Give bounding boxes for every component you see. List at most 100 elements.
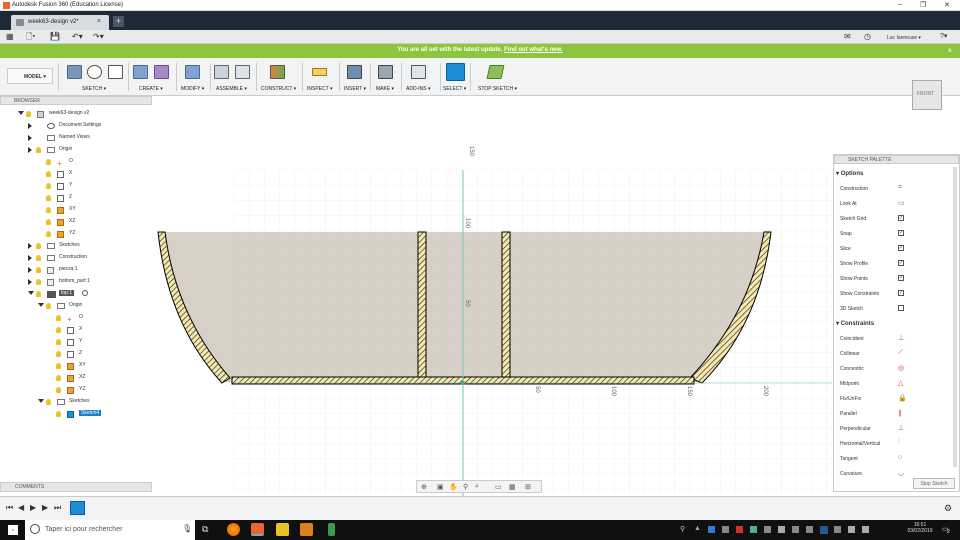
zoom-icon[interactable]: ⚲ [463,483,468,491]
browser-node[interactable]: XY [0,205,152,215]
visibility-bulb-icon[interactable] [36,147,41,153]
volume-icon[interactable] [862,526,869,533]
inner-wall-left[interactable] [417,231,427,380]
option-checkbox[interactable]: ✓ [898,245,904,251]
go-to-end-icon[interactable]: ⏭ [54,503,61,513]
app-taskbar-icon[interactable] [300,523,313,536]
constraint-row[interactable]: Horizontal/Vertical ⫶ [840,437,952,451]
pattern-icon[interactable] [154,65,169,79]
browser-node[interactable]: Z [0,193,152,203]
option-checkbox[interactable]: ✓ [898,230,904,236]
browser-node[interactable]: Y [0,337,152,347]
tray-app-icon[interactable] [778,526,785,533]
visibility-bulb-icon[interactable] [46,183,51,189]
browser-node[interactable]: + O [0,157,152,168]
visibility-bulb-icon[interactable] [36,255,41,261]
tray-app-icon[interactable] [792,526,799,533]
constraint-row[interactable]: Parallel ∥ [840,407,952,421]
constraint-row[interactable]: Collinear ⟋ [840,347,952,361]
stop-sketch-menu[interactable]: STOP SKETCH ▾ [478,86,517,92]
play-icon[interactable]: ▶ [30,503,36,512]
option-checkbox[interactable]: ✓ [898,260,904,266]
timeline-sketch-feature-icon[interactable] [70,501,85,515]
expand-arrow-icon[interactable] [28,243,32,249]
rectangle-tool-icon[interactable] [108,65,123,79]
assemble-menu[interactable]: ASSEMBLE ▾ [216,86,247,92]
offset-plane-icon[interactable] [270,65,285,79]
tray-app-icon[interactable] [708,526,715,533]
tray-app-icon[interactable] [750,526,757,533]
expand-arrow-icon[interactable] [18,111,24,115]
expand-arrow-icon[interactable] [28,291,34,295]
palette-option-row[interactable]: Show Profile ✓ [840,257,952,271]
app-taskbar-icon-2[interactable] [328,523,335,536]
construction-icon[interactable]: ⌗ [898,184,902,192]
select-arrow-icon[interactable] [446,63,465,81]
constraint-row[interactable]: Perpendicular ⊥ [840,422,952,436]
save-icon[interactable]: 💾 [50,32,60,42]
expand-arrow-icon[interactable] [28,267,32,273]
microphone-icon[interactable]: 🎙 [182,524,192,533]
minimize-button[interactable]: – [898,1,902,8]
constraint-icon[interactable]: ⟋ [898,349,903,357]
close-tab-icon[interactable]: × [97,18,101,25]
look-at-icon[interactable]: ▭ [898,199,905,207]
close-window-button[interactable]: ✕ [944,1,950,9]
measure-icon[interactable] [312,68,327,76]
option-checkbox[interactable]: ✓ [898,290,904,296]
browser-node[interactable]: Origin [0,145,152,155]
inspect-menu[interactable]: INSPECT ▾ [307,86,332,92]
constraint-icon[interactable]: ⊥ [898,424,904,432]
modify-menu[interactable]: MODIFY ▾ [181,86,204,92]
browser-node[interactable]: Z [0,349,152,359]
insert-image-icon[interactable] [347,65,362,79]
visibility-bulb-icon[interactable] [36,279,41,285]
look-at-icon[interactable]: ▣ [437,483,444,491]
file-menu-icon[interactable]: 🗋▾ [26,32,35,42]
job-status-icon[interactable]: ✉ [844,32,851,42]
browser-node[interactable]: X [0,325,152,335]
tray-app-icon[interactable] [834,526,841,533]
activate-radio-icon[interactable] [82,290,88,296]
constraints-section-header[interactable]: ▾ Constraints [836,320,874,327]
browser-node[interactable]: XY [0,361,152,371]
visibility-bulb-icon[interactable] [56,411,61,417]
press-pull-icon[interactable] [185,65,200,79]
constraint-icon[interactable]: ○ [898,454,902,461]
make-menu[interactable]: MAKE ▾ [376,86,394,92]
expand-arrow-icon[interactable] [38,399,44,403]
close-notification-icon[interactable]: × [947,46,952,55]
tray-app-icon[interactable] [764,526,771,533]
browser-node[interactable]: XZ [0,217,152,227]
taskbar-clock[interactable]: 16:51 03/02/2019 [905,522,935,534]
taskbar-search-box[interactable]: Taper ici pour rechercher 🎙 [25,520,195,540]
palette-scrollbar[interactable] [953,167,957,467]
browser-header[interactable]: BROWSER [0,96,152,105]
expand-arrow-icon[interactable] [38,303,44,307]
browser-node[interactable]: Sketch4 [0,409,152,419]
browser-node[interactable]: YZ [0,229,152,239]
sketch-palette-header[interactable]: SKETCH PALETTE [834,155,959,164]
browser-node[interactable]: XZ [0,373,152,383]
stop-sketch-icon[interactable] [486,65,505,79]
word-tray-icon[interactable] [820,526,828,534]
create-menu[interactable]: CREATE ▾ [139,86,163,92]
visibility-bulb-icon[interactable] [56,375,61,381]
expand-arrow-icon[interactable] [28,135,32,141]
visibility-bulb-icon[interactable] [56,363,61,369]
option-checkbox[interactable]: ✓ [898,275,904,281]
browser-node[interactable]: piecza:1 [0,265,152,275]
options-section-header[interactable]: ▾ Options [836,170,863,177]
tray-app-icon[interactable] [736,526,743,533]
palette-option-row[interactable]: 3D Sketch [840,302,952,316]
expand-arrow-icon[interactable] [28,123,32,129]
orbit-icon[interactable]: ⊕ [421,483,427,491]
visibility-bulb-icon[interactable] [46,171,51,177]
constraint-row[interactable]: Coincident ⊥ [840,332,952,346]
constraint-icon[interactable]: ∥ [898,409,902,417]
constraint-row[interactable]: Midpoint △ [840,377,952,391]
step-forward-icon[interactable]: ▶ [42,503,48,512]
browser-node[interactable]: top:1 [0,289,152,299]
maximize-button[interactable]: ❐ [920,1,926,9]
step-back-icon[interactable]: ◀ [18,503,24,512]
